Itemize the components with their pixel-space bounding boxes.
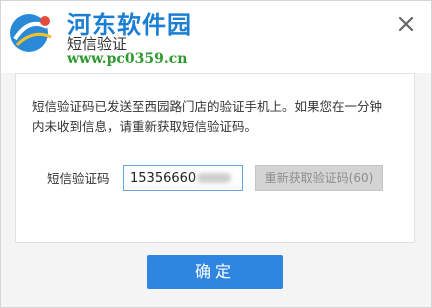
close-icon[interactable] — [397, 15, 415, 33]
site-logo-icon — [10, 14, 52, 52]
info-message: 短信验证码已发送至西园路门店的验证手机上。如果您在一分钟内未收到信息，请重新获取… — [32, 99, 383, 134]
redacted-digits — [197, 173, 231, 183]
resend-code-button[interactable]: 重新获取验证码(60) — [255, 165, 383, 191]
sms-verify-dialog: 短信验证 河东软件园 www.pc0359.cn 短信验证码已发送至西园路门店的… — [0, 0, 432, 308]
titlebar: 短信验证 河东软件园 www.pc0359.cn — [1, 1, 431, 73]
code-label: 短信验证码 — [47, 171, 110, 186]
confirm-button[interactable]: 确定 — [147, 255, 283, 289]
watermark-site-name: 河东软件园 — [67, 11, 192, 39]
watermark-url: www.pc0359.cn — [67, 51, 188, 67]
